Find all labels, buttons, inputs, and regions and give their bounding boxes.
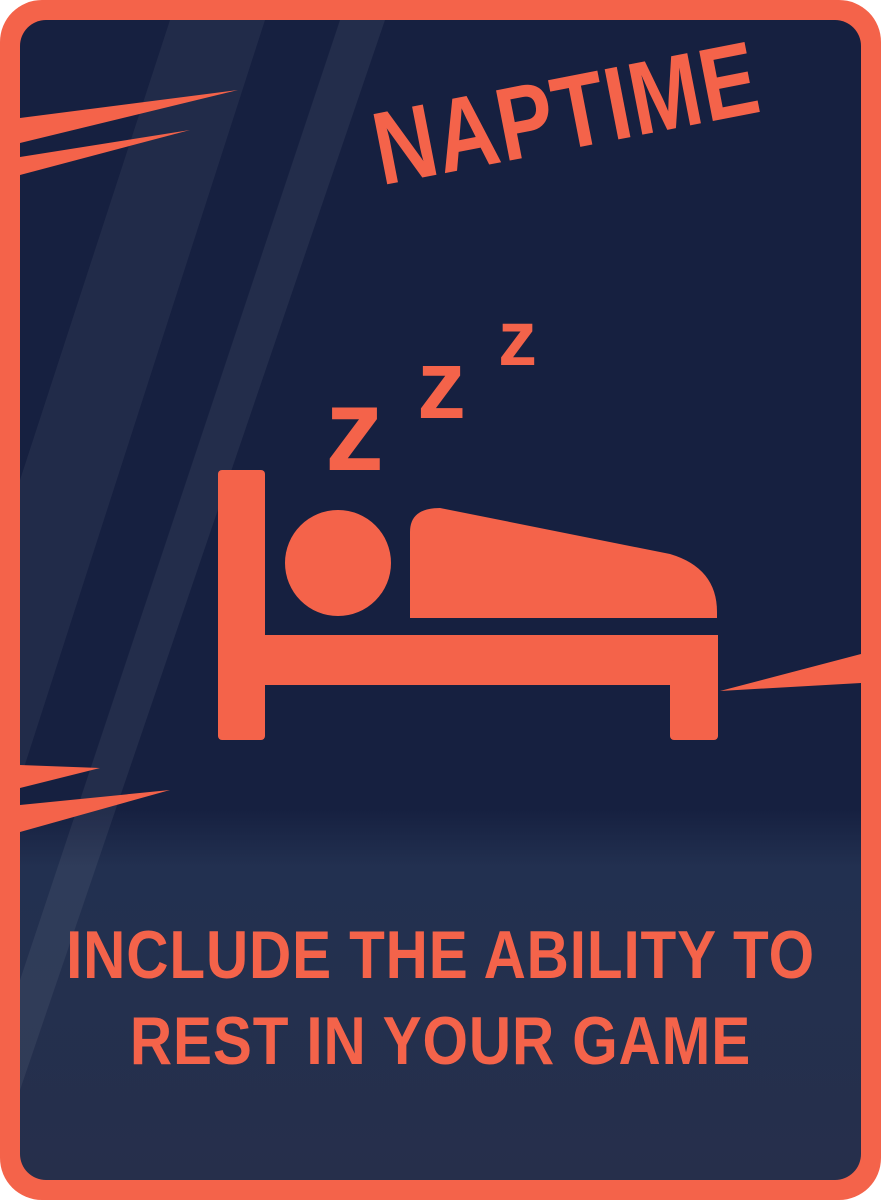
- naptime-card: z z z NAPTIME INCLUDE THE ABILITY TO RES…: [0, 0, 881, 1200]
- card-caption: INCLUDE THE ABILITY TO REST IN YOUR GAME: [62, 912, 820, 1084]
- speed-lines-right: [720, 654, 861, 691]
- speed-lines-bottom-left: [20, 765, 170, 832]
- snore-z-icons: z z z: [325, 294, 537, 496]
- speed-lines-top-left: [20, 90, 238, 175]
- z-small-icon: z: [498, 294, 537, 382]
- caption-line-2: REST IN YOUR GAME: [129, 1003, 752, 1079]
- z-large-icon: z: [325, 364, 384, 496]
- z-medium-icon: z: [417, 329, 466, 439]
- caption-line-1: INCLUDE THE ABILITY TO: [66, 917, 815, 993]
- sleeping-in-bed-icon: [218, 470, 718, 740]
